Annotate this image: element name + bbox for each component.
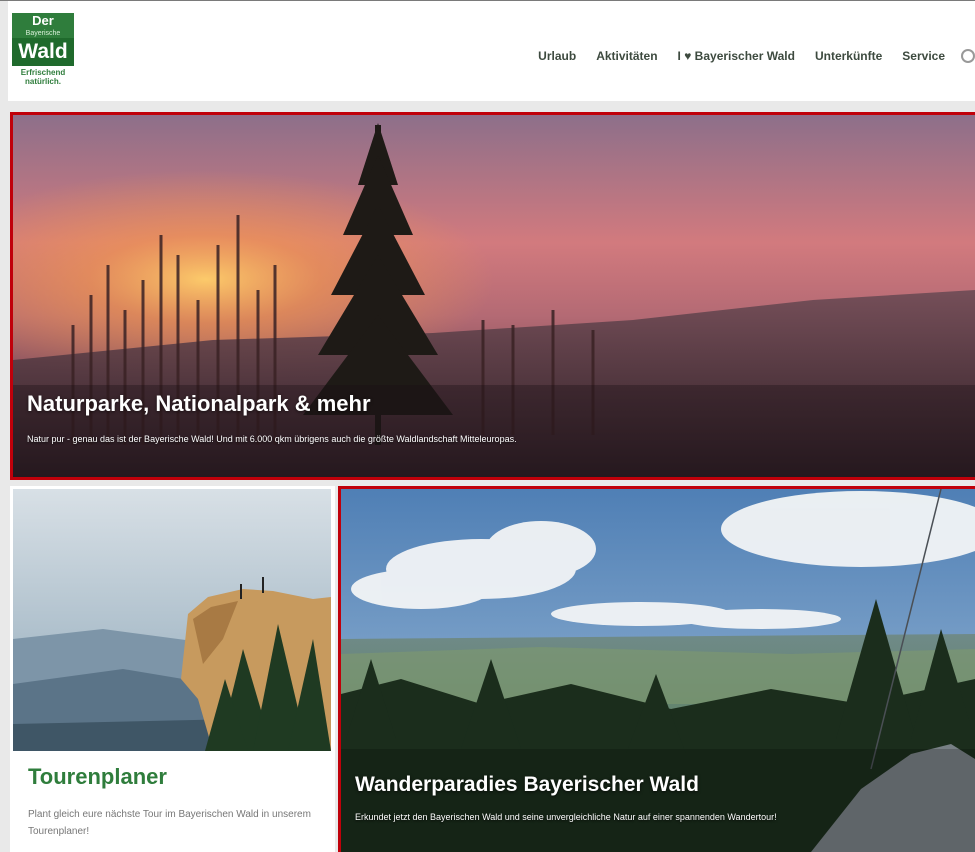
logo-line-1: Der <box>12 13 74 29</box>
hero-teaser-nature[interactable]: Naturparke, Nationalpark & mehr Natur pu… <box>10 112 975 480</box>
site-logo[interactable]: Der Bayerische Wald Erfrischend natürlic… <box>12 13 74 93</box>
nav-item-unterkuenfte[interactable]: Unterkünfte <box>815 49 882 63</box>
wanderparadies-title: Wanderparadies Bayerischer Wald <box>355 773 699 796</box>
tourenplaner-image <box>13 489 331 751</box>
logo-line-2: Bayerische <box>12 29 74 38</box>
nav-item-i-love-bayerischer-wald[interactable]: I ♥ Bayerischer Wald <box>678 49 795 63</box>
nav-item-urlaub[interactable]: Urlaub <box>538 49 576 63</box>
tourenplaner-description: Plant gleich eure nächste Tour im Bayeri… <box>28 809 311 837</box>
search-icon[interactable] <box>961 49 975 63</box>
wanderparadies-subtitle: Erkundet jetzt den Bayerischen Wald und … <box>355 812 777 822</box>
tourenplaner-card[interactable]: Tourenplaner Plant gleich eure nächste T… <box>10 486 335 852</box>
main-nav: Urlaub Aktivitäten I ♥ Bayerischer Wald … <box>538 49 975 63</box>
nav-item-service[interactable]: Service <box>902 49 945 63</box>
wanderparadies-teaser[interactable]: Wanderparadies Bayerischer Wald Erkundet… <box>338 486 975 852</box>
hero-title: Naturparke, Nationalpark & mehr <box>27 391 371 416</box>
logo-tagline: Erfrischend natürlich. <box>20 68 66 86</box>
hero-image <box>13 115 975 477</box>
site-header: Der Bayerische Wald Erfrischend natürlic… <box>8 1 975 101</box>
hero-subtitle: Natur pur - genau das ist der Bayerische… <box>27 434 517 444</box>
wanderparadies-image <box>341 489 975 852</box>
tourenplaner-title: Tourenplaner <box>28 764 167 789</box>
nav-item-aktivitaeten[interactable]: Aktivitäten <box>596 49 657 63</box>
logo-line-3: Wald <box>12 38 74 66</box>
